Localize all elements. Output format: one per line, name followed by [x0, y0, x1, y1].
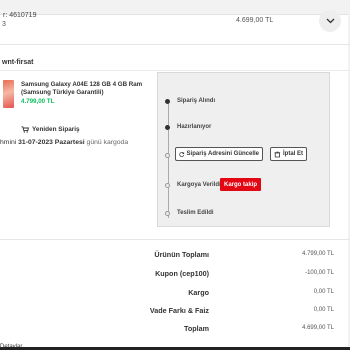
summary-label: Kupon (cep100)	[155, 269, 209, 278]
cancel-label: İptal Et	[282, 151, 303, 157]
reorder-button[interactable]: Yeniden Sipariş	[21, 126, 80, 133]
delivery-date: 31-07-2023 Pazartesi	[18, 139, 85, 146]
tracker-line	[168, 101, 169, 218]
delivery-suffix: günü kargoda	[86, 139, 129, 146]
summary-total-label: Toplam	[183, 324, 209, 333]
update-address-button[interactable]: Sipariş Adresini Güncelle	[175, 147, 263, 161]
step-label-shipped: Kargoya Verildi	[177, 182, 221, 188]
step-label-preparing: Hazırlanıyor	[177, 124, 212, 130]
summary-total-value: 4.699,00 TL	[302, 325, 334, 331]
step-label-delivered: Teslim Edildi	[177, 210, 214, 216]
chevron-up-icon	[326, 18, 334, 24]
order-detail-page: r: 4610719 3 4.699,00 TL wnt-firsat Sams…	[0, 0, 350, 350]
summary-divider	[0, 239, 350, 240]
reorder-label: Yeniden Sipariş	[32, 126, 80, 133]
product-name[interactable]: Samsung Galaxy A04E 128 GB 4 GB Ram (Sam…	[21, 81, 151, 97]
order-total-header: 4.699,00 TL	[236, 17, 274, 24]
delivery-prefix: hmini	[0, 139, 17, 146]
step-node-delivered	[165, 211, 170, 216]
product-price: 4.799,00 TL	[21, 98, 55, 105]
summary-value: -100,00 TL	[305, 270, 334, 276]
summary-value: 4.799,00 TL	[302, 251, 334, 257]
product-thumbnail[interactable]	[3, 80, 14, 108]
summary-label: Ürünün Toplamı	[154, 250, 209, 259]
order-number: r: 4610719	[3, 12, 37, 19]
cargo-track-button[interactable]: Kargo takip	[220, 178, 262, 191]
step-node-shipped	[165, 183, 170, 188]
step-node-preparing	[165, 125, 170, 130]
refresh-icon	[179, 151, 185, 157]
summary-value: 0,00 TL	[313, 289, 334, 295]
seller-divider	[0, 70, 350, 71]
step-label-received: Sipariş Alındı	[177, 98, 216, 104]
cancel-order-button[interactable]: İptal Et	[270, 147, 307, 161]
update-address-label: Sipariş Adresini Güncelle	[186, 151, 259, 157]
seller-name[interactable]: wnt-firsat	[2, 59, 34, 66]
summary-label: Vade Farkı & Faiz	[149, 306, 209, 315]
delivery-estimate: hmini 31-07-2023 Pazartesi günü kargoda	[0, 139, 128, 146]
order-sub-info: 3	[2, 21, 6, 28]
step-node-actions	[165, 153, 170, 158]
step-node-received	[165, 99, 170, 104]
summary-label: Kargo	[188, 288, 209, 297]
cart-icon	[21, 126, 29, 133]
summary-value: 0,00 TL	[313, 307, 334, 313]
header-divider	[0, 44, 350, 45]
cancel-icon	[274, 151, 281, 157]
collapse-button[interactable]	[319, 10, 341, 32]
